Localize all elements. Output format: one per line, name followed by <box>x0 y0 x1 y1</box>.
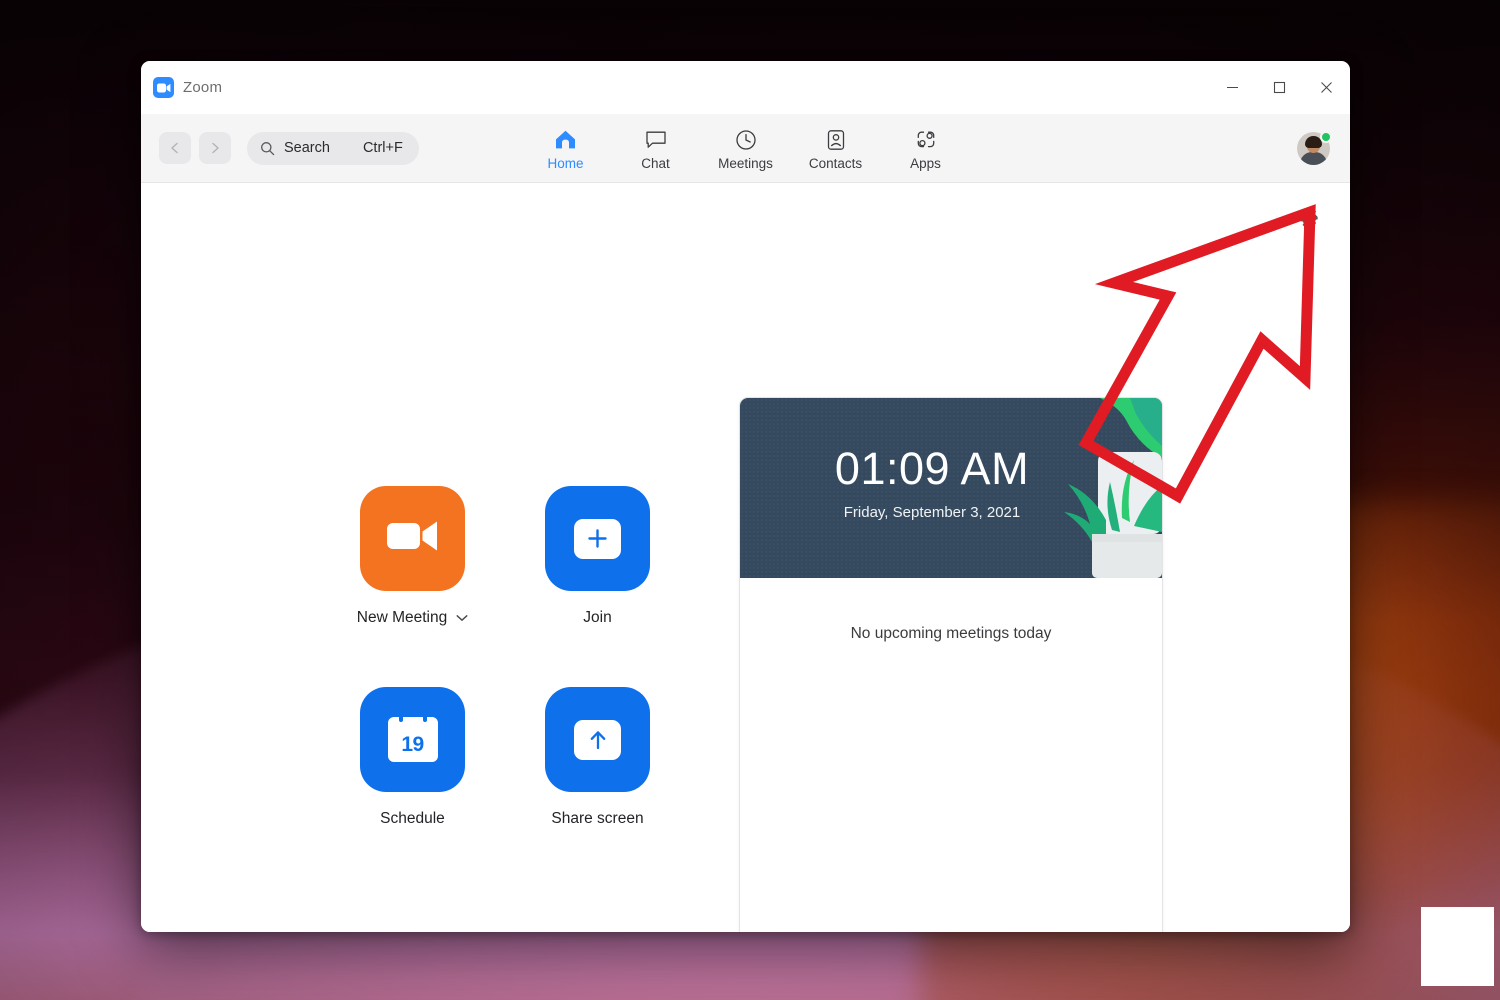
video-camera-icon <box>386 518 440 559</box>
tab-meetings-label: Meetings <box>718 156 773 171</box>
new-meeting-tile[interactable] <box>360 486 465 591</box>
zoom-video-logo-icon <box>153 77 174 98</box>
corner-white-patch <box>1421 907 1494 986</box>
navbar-right <box>1297 130 1350 165</box>
tab-chat[interactable]: Chat <box>611 125 701 171</box>
search-shortcut: Ctrl+F <box>362 140 403 156</box>
tab-home[interactable]: Home <box>521 125 611 171</box>
action-new-meeting[interactable]: New Meeting <box>320 486 505 687</box>
upcoming-meetings-card: 01:09 AM Friday, September 3, 2021 No up… <box>739 397 1163 932</box>
forward-button[interactable] <box>199 132 231 164</box>
meeting-card-body: No upcoming meetings today <box>740 578 1162 932</box>
clock-text-group: 01:09 AM Friday, September 3, 2021 <box>740 398 1162 521</box>
search-placeholder: Search <box>284 140 330 156</box>
app-navbar: Search Ctrl+F Home Chat Meetings Contact… <box>141 114 1350 183</box>
close-button[interactable] <box>1303 61 1350 114</box>
zoom-app-window: Zoom Search Ctrl+F Home Chat Meetings Co… <box>141 61 1350 932</box>
action-schedule[interactable]: 19 Schedule <box>320 687 505 828</box>
status-badge <box>1320 130 1332 143</box>
clock-banner: 01:09 AM Friday, September 3, 2021 <box>740 398 1162 578</box>
calendar-ring-left <box>398 711 403 722</box>
share-screen-label: Share screen <box>551 810 644 827</box>
join-label-row: Join <box>583 609 611 627</box>
tab-contacts[interactable]: Contacts <box>791 125 881 171</box>
new-meeting-label: New Meeting <box>356 609 448 626</box>
avatar-body <box>1300 151 1327 165</box>
plus-icon <box>574 518 621 559</box>
contact-card-icon <box>826 127 846 152</box>
action-join[interactable]: Join <box>505 486 690 687</box>
back-button[interactable] <box>159 132 191 164</box>
titlebar-left: Zoom <box>141 77 222 98</box>
tab-home-label: Home <box>547 156 584 171</box>
calendar-ring-right <box>422 711 427 722</box>
window-controls <box>1209 61 1350 114</box>
chevron-down-icon[interactable] <box>456 614 468 622</box>
apps-icon <box>915 127 937 152</box>
maximize-button[interactable] <box>1256 61 1303 114</box>
schedule-tile[interactable]: 19 <box>360 687 465 792</box>
window-titlebar: Zoom <box>141 61 1350 114</box>
minimize-button[interactable] <box>1209 61 1256 114</box>
new-meeting-label-row: New Meeting <box>357 609 468 627</box>
no-meetings-message: No upcoming meetings today <box>850 625 1052 642</box>
action-share-screen[interactable]: Share screen <box>505 687 690 828</box>
chat-bubble-icon <box>645 127 667 152</box>
share-screen-tile[interactable] <box>545 687 650 792</box>
up-arrow-icon <box>574 719 621 760</box>
navbar-left: Search Ctrl+F <box>141 131 419 165</box>
avatar[interactable] <box>1297 130 1332 165</box>
join-tile[interactable] <box>545 486 650 591</box>
home-icon <box>554 127 577 152</box>
desktop-wallpaper: Zoom Search Ctrl+F Home Chat Meetings Co… <box>0 0 1500 1000</box>
tab-chat-label: Chat <box>641 156 670 171</box>
search-input[interactable]: Search Ctrl+F <box>247 131 419 165</box>
gear-icon[interactable] <box>1296 205 1322 231</box>
window-title: Zoom <box>183 79 223 96</box>
action-grid: New Meeting Join 19 Schedule Share scree… <box>320 486 690 828</box>
schedule-label-row: Schedule <box>380 810 445 828</box>
search-icon <box>260 141 275 156</box>
nav-tabs: Home Chat Meetings Contacts Apps <box>521 125 971 171</box>
tab-apps[interactable]: Apps <box>881 125 971 171</box>
tab-apps-label: Apps <box>910 156 941 171</box>
schedule-label: Schedule <box>380 810 445 827</box>
home-content: New Meeting Join 19 Schedule Share scree… <box>141 183 1350 932</box>
share-screen-label-row: Share screen <box>551 810 643 828</box>
clock-date: Friday, September 3, 2021 <box>843 504 1021 521</box>
calendar-day: 19 <box>401 733 424 756</box>
calendar-icon: 19 <box>387 711 438 762</box>
clock-time: 01:09 AM <box>834 443 1030 494</box>
join-label: Join <box>583 609 612 626</box>
clock-icon <box>735 127 757 152</box>
tab-meetings[interactable]: Meetings <box>701 125 791 171</box>
tab-contacts-label: Contacts <box>808 156 863 171</box>
